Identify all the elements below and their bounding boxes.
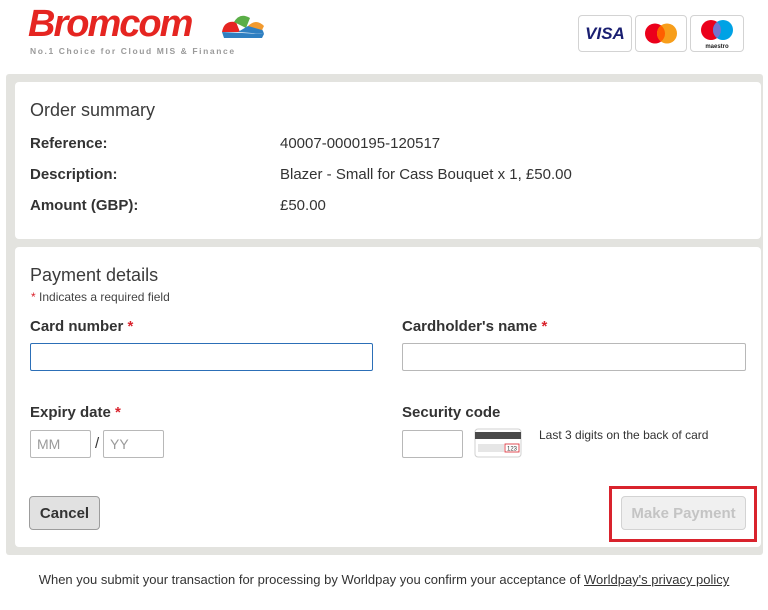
cardholder-name-input[interactable] [402,343,746,371]
amount-value: £50.00 [280,197,326,214]
brand-tagline: No.1 Choice for Cloud MIS & Finance [30,46,236,56]
maestro-text: maestro [705,44,729,50]
cardholder-name-label-text: Cardholder's name [402,318,538,335]
cvv-digits: 123 [507,447,518,453]
description-value: Blazer - Small for Cass Bouquet x 1, £50… [280,166,572,183]
brand-name: Bromcom [28,3,193,45]
bromcom-logo: Bromcom No.1 Choice for Cloud MIS & Fina… [28,3,278,58]
visa-logo: VISA [578,15,632,52]
card-number-input[interactable] [30,343,373,371]
security-code-input[interactable] [402,430,463,458]
security-code-label: Security code [402,404,501,421]
footer-text: When you submit your transaction for pro… [38,572,581,587]
payment-details-title: Payment details [30,265,159,285]
required-star: * [127,318,134,335]
maestro-logo: maestro [690,15,744,52]
required-note-text: Indicates a required field [39,290,170,304]
mastercard-icon [645,23,677,44]
card-back-cvv-icon: 123 [474,428,522,458]
expiry-date-label: Expiry date * [30,404,121,421]
expiry-year-input[interactable] [103,430,164,458]
privacy-footer: When you submit your transaction for pro… [0,570,768,590]
expiry-date-label-text: Expiry date [30,404,111,421]
maestro-icon: maestro [701,20,733,50]
required-star: * [541,318,548,335]
worldpay-privacy-policy-link[interactable]: Worldpay's privacy policy [584,572,729,587]
reference-label: Reference: [30,135,108,152]
cancel-button[interactable]: Cancel [29,496,100,530]
required-star: * [31,290,36,304]
mastercard-logo [635,15,687,52]
description-label: Description: [30,166,118,183]
required-field-note: * Indicates a required field [31,290,170,304]
security-code-hint: Last 3 digits on the back of card [539,428,709,442]
reference-value: 40007-0000195-120517 [280,135,441,152]
expiry-month-input[interactable] [30,430,91,458]
cardholder-name-label: Cardholder's name * [402,318,547,335]
logo-mark-icon [222,15,264,38]
expiry-separator: / [95,435,100,452]
order-summary-title: Order summary [30,100,156,120]
card-number-label: Card number * [30,318,133,335]
required-star: * [115,404,121,421]
visa-icon: VISA [585,24,625,43]
card-number-label-text: Card number [30,318,124,335]
amount-label: Amount (GBP): [30,197,139,214]
visa-text: VISA [585,24,625,43]
make-payment-button[interactable]: Make Payment [621,496,746,530]
